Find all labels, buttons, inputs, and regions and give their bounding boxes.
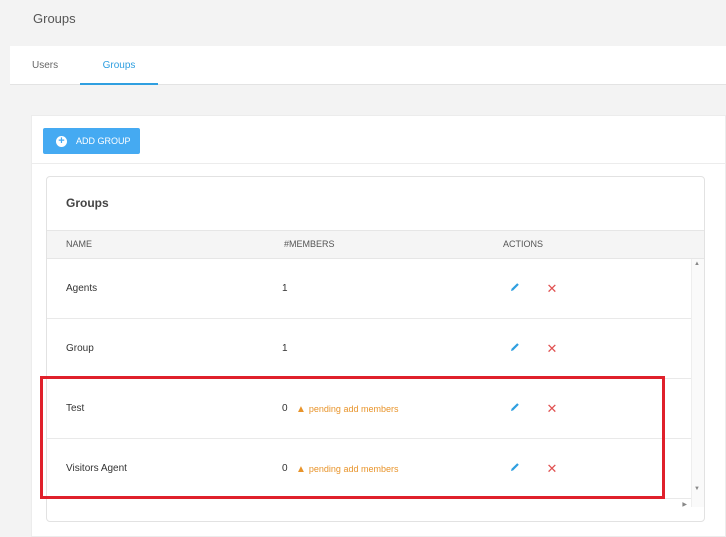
member-count: 0 — [282, 463, 288, 474]
warning-icon: ▲ — [296, 464, 306, 475]
vertical-scrollbar[interactable]: ▲ ▼ — [691, 259, 704, 507]
delete-icon[interactable]: ✕ — [544, 341, 560, 357]
group-name: Visitors Agent — [66, 463, 127, 474]
delete-icon[interactable]: ✕ — [544, 461, 560, 477]
warning-icon: ▲ — [296, 404, 306, 415]
edit-icon[interactable] — [507, 341, 523, 357]
delete-icon[interactable]: ✕ — [544, 401, 560, 417]
table-row: Test 0 ▲ pending add members ✕ — [47, 379, 691, 439]
table-row: Group 1 ✕ — [47, 319, 691, 379]
card-title: Groups — [66, 196, 109, 210]
column-header-name: NAME — [66, 239, 93, 249]
column-header-members: #MEMBERS — [284, 239, 335, 249]
panel-toolbar: + ADD GROUP — [32, 116, 725, 164]
horizontal-scrollbar[interactable]: ▶ — [47, 501, 691, 509]
edit-icon[interactable] — [507, 461, 523, 477]
add-group-button[interactable]: + ADD GROUP — [43, 128, 140, 154]
column-header-actions: ACTIONS — [503, 239, 544, 249]
pending-status: ▲ pending add members — [296, 379, 398, 439]
scroll-down-icon[interactable]: ▼ — [694, 486, 700, 492]
member-count: 1 — [282, 343, 288, 354]
pending-status: ▲ pending add members — [296, 439, 398, 499]
group-name: Group — [66, 343, 94, 354]
group-name: Test — [66, 403, 85, 414]
table-header: NAME #MEMBERS ACTIONS — [47, 230, 704, 259]
pending-label: pending add members — [308, 464, 399, 474]
table-row: Agents 1 ✕ — [47, 259, 691, 319]
page-title: Groups — [33, 11, 76, 26]
tab-bar: Users Groups — [10, 46, 726, 85]
scroll-up-icon[interactable]: ▲ — [694, 261, 700, 267]
pending-label: pending add members — [308, 404, 399, 414]
scroll-right-icon[interactable]: ▶ — [682, 501, 687, 508]
groups-panel: + ADD GROUP Groups NAME #MEMBERS ACTIONS… — [31, 115, 726, 537]
member-count: 0 — [282, 403, 288, 414]
tab-users[interactable]: Users — [32, 46, 58, 85]
edit-icon[interactable] — [507, 401, 523, 417]
groups-card: Groups NAME #MEMBERS ACTIONS Agents 1 ✕ … — [46, 176, 705, 522]
delete-icon[interactable]: ✕ — [544, 281, 560, 297]
edit-icon[interactable] — [507, 281, 523, 297]
table-row: Visitors Agent 0 ▲ pending add members ✕ — [47, 439, 691, 499]
tab-groups[interactable]: Groups — [80, 46, 158, 85]
table-body: Agents 1 ✕ Group 1 ✕ Test 0 ▲ pending ad… — [47, 259, 691, 501]
add-group-label: ADD GROUP — [76, 136, 131, 146]
plus-circle-icon: + — [56, 135, 67, 147]
member-count: 1 — [282, 283, 288, 294]
group-name: Agents — [66, 283, 98, 294]
